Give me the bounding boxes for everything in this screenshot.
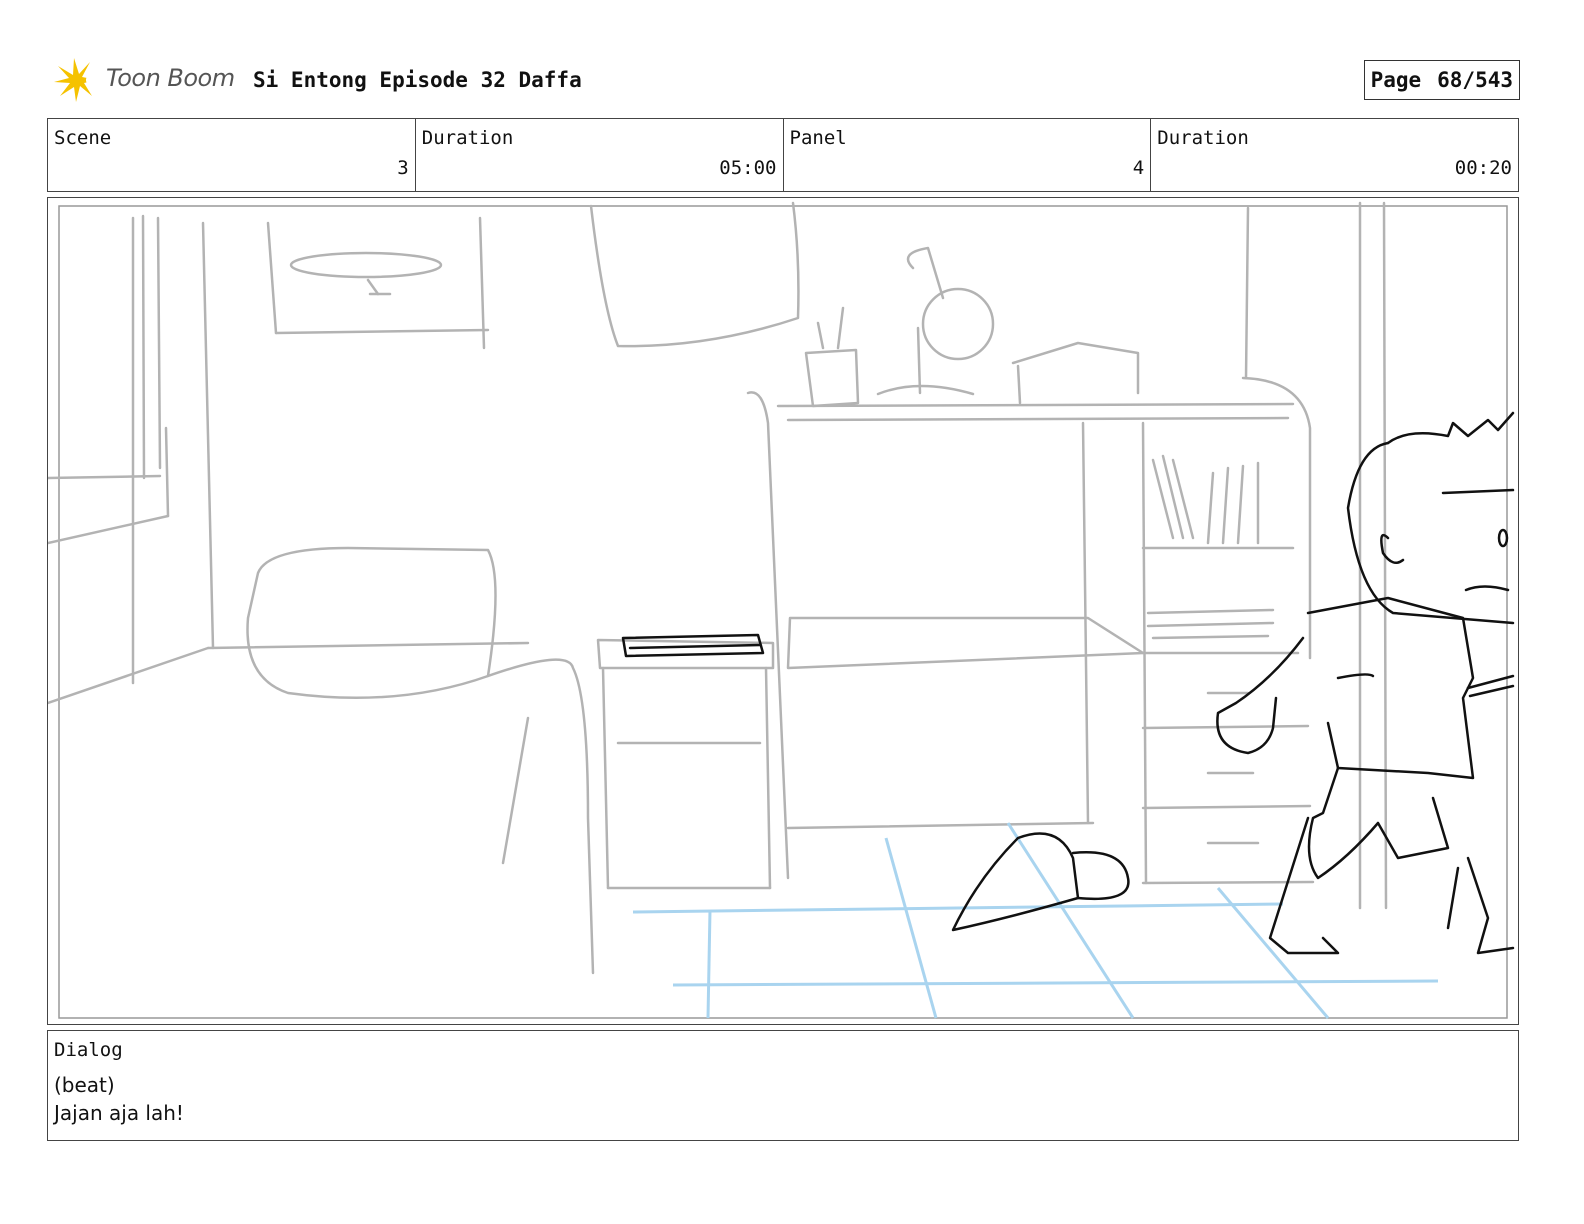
scene-duration-label: Duration <box>421 127 514 149</box>
dialog-line: Jajan aja lah! <box>54 1101 184 1125</box>
page-counter: Page 68/543 <box>1363 60 1520 100</box>
logo-text: Toon Boom <box>106 64 235 92</box>
dialog-label: Dialog <box>54 1039 123 1061</box>
room-background <box>48 201 1388 975</box>
dialog-box: Dialog (beat) Jajan aja lah! <box>47 1030 1519 1141</box>
panel-label: Panel <box>789 127 847 149</box>
panel-value: 4 <box>1132 157 1145 179</box>
panel-duration-value: 00:20 <box>1454 157 1512 179</box>
panel-duration-cell: Duration 00:20 <box>1151 119 1518 191</box>
page-label: Page <box>1370 68 1422 92</box>
scene-label: Scene <box>54 127 112 149</box>
floor-grid <box>632 822 1439 1019</box>
panel-sketch <box>48 201 1515 1019</box>
document-title: Si Entong Episode 32 Daffa <box>253 68 582 92</box>
storyboard-header: Toon Boom Si Entong Episode 32 Daffa Pag… <box>48 56 1520 104</box>
starburst-icon <box>54 58 98 102</box>
toon-boom-logo: Toon Boom <box>52 56 242 104</box>
panel-cell: Panel 4 <box>784 119 1152 191</box>
scene-duration-cell: Duration 05:00 <box>416 119 784 191</box>
page-value: 68/543 <box>1437 68 1513 92</box>
panel-duration-label: Duration <box>1157 127 1249 149</box>
panel-info-row: Scene 3 Duration 05:00 Panel 4 Duration … <box>47 118 1519 192</box>
character-and-props <box>621 411 1515 955</box>
scene-duration-value: 05:00 <box>719 157 777 179</box>
storyboard-panel <box>47 197 1519 1025</box>
scene-cell: Scene 3 <box>48 119 416 191</box>
dialog-line: (beat) <box>54 1073 115 1097</box>
dialog-text: (beat) Jajan aja lah! <box>54 1071 184 1127</box>
scene-value: 3 <box>397 157 409 179</box>
